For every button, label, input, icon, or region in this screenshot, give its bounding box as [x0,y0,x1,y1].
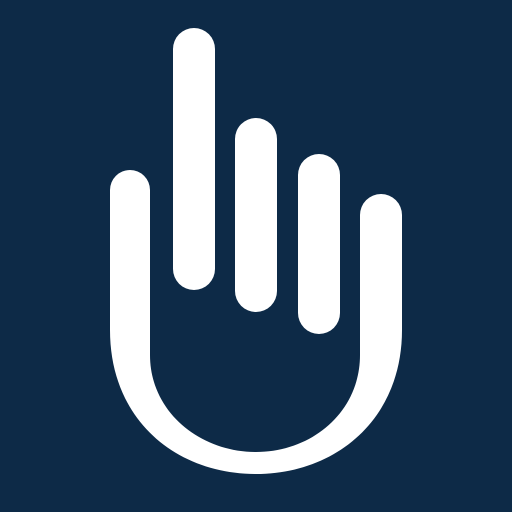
index-finger [173,28,215,290]
middle-finger [235,118,277,312]
app-icon-tile [0,0,512,512]
raised-hand-icon [0,0,512,512]
ring-finger [298,154,340,334]
